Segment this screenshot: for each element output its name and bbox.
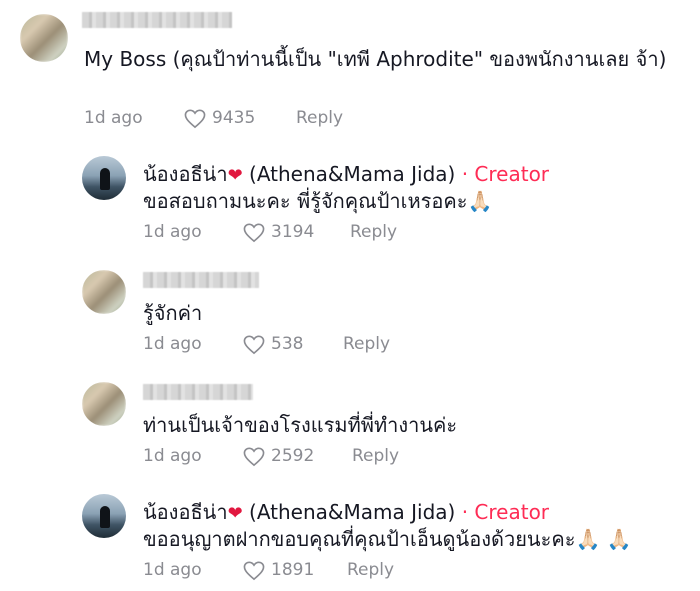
like-button[interactable]: 9435 [184, 108, 274, 130]
like-count: 9435 [212, 108, 256, 128]
avatar[interactable] [82, 270, 126, 314]
author-handle: (Athena&Mama Jida) [249, 162, 456, 186]
reply-button[interactable]: Reply [343, 334, 390, 354]
heart-icon [243, 335, 265, 355]
comment: My Boss (คุณป้าท่านนี้เป็น "เทพี Aphrodi… [0, 0, 700, 140]
timestamp: 1d ago [84, 108, 143, 128]
like-button[interactable]: 538 [243, 334, 333, 356]
comment-text: ท่านเป็นเจ้าของโรงแรมที่พี่ทำงานค่ะ [143, 413, 458, 437]
comment-meta: 1d ago 9435 Reply [84, 108, 484, 130]
author-display-name: น้องอธีน่า [143, 162, 228, 186]
creator-avatar[interactable] [82, 156, 126, 200]
avatar[interactable] [82, 382, 126, 426]
author-name-blurred[interactable] [143, 272, 259, 288]
author-display-name: น้องอธีน่า [143, 500, 228, 524]
heart-icon [243, 447, 265, 467]
like-count: 3194 [271, 222, 315, 242]
reply-button[interactable]: Reply [347, 560, 394, 580]
reply-comment: น้องอธีน่า❤ (Athena&Mama Jida) · Creator… [0, 150, 700, 250]
like-button[interactable]: 2592 [243, 446, 333, 468]
heart-icon [184, 109, 206, 129]
reply-comment: น้องอธีน่า❤ (Athena&Mama Jida) · Creator… [0, 488, 700, 588]
comment-meta: 1d ago 2592 Reply [143, 446, 543, 468]
like-count: 538 [271, 334, 304, 354]
avatar[interactable] [20, 14, 68, 62]
timestamp: 1d ago [143, 560, 202, 580]
reply-button[interactable]: Reply [350, 222, 397, 242]
timestamp: 1d ago [143, 446, 202, 466]
like-button[interactable]: 3194 [243, 222, 333, 244]
comment-text: ขออนุญาตฝากขอบคุณที่คุณป้าเอ็นดูน้องด้วย… [143, 527, 632, 551]
comment-meta: 1d ago 538 Reply [143, 334, 543, 356]
like-count: 2592 [271, 446, 315, 466]
like-count: 1891 [271, 560, 315, 580]
red-heart-emoji: ❤ [227, 165, 243, 186]
timestamp: 1d ago [143, 222, 202, 242]
reply-button[interactable]: Reply [352, 446, 399, 466]
timestamp: 1d ago [143, 334, 202, 354]
reply-button[interactable]: Reply [296, 108, 343, 128]
creator-avatar[interactable] [82, 494, 126, 538]
author-name-blurred[interactable] [82, 12, 232, 28]
reply-comment: รู้จักค่า 1d ago 538 Reply [0, 262, 700, 362]
comment-meta: 1d ago 1891 Reply [143, 560, 543, 582]
comment-meta: 1d ago 3194 Reply [143, 222, 543, 244]
comment-text: รู้จักค่า [143, 301, 203, 325]
comment-text: ขอสอบถามนะคะ พี่รู้จักคุณป้าเหรอคะ🙏🏻 [143, 189, 493, 213]
comment-text: My Boss (คุณป้าท่านนี้เป็น "เทพี Aphrodi… [84, 47, 667, 71]
reply-comment: ท่านเป็นเจ้าของโรงแรมที่พี่ทำงานค่ะ 1d a… [0, 374, 700, 474]
author-name-blurred[interactable] [143, 384, 253, 400]
red-heart-emoji: ❤ [227, 503, 243, 524]
creator-badge: · Creator [461, 162, 550, 186]
creator-badge: · Creator [461, 500, 550, 524]
heart-icon [243, 561, 265, 581]
like-button[interactable]: 1891 [243, 560, 333, 582]
author-handle: (Athena&Mama Jida) [249, 500, 456, 524]
heart-icon [243, 223, 265, 243]
